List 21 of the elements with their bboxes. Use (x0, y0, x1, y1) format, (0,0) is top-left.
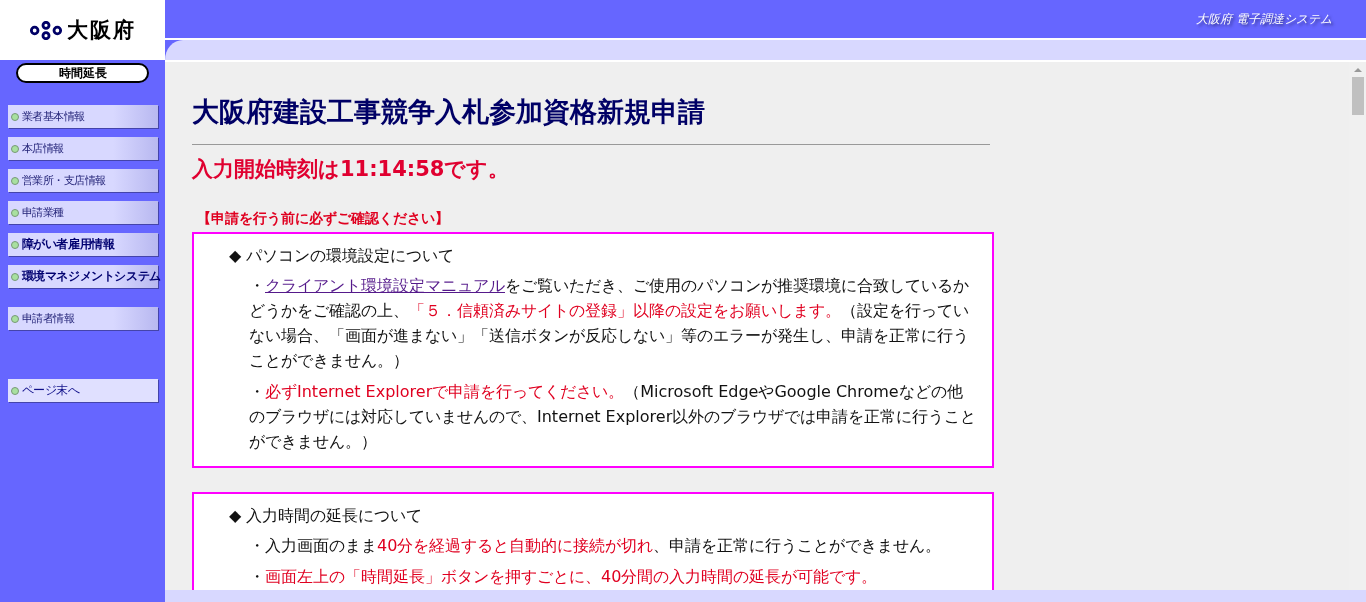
system-name: 大阪府 電子調達システム (1196, 10, 1332, 28)
page-title: 大阪府建設工事競争入札参加資格新規申請 (192, 95, 706, 129)
start-time-text: 入力開始時刻は11:14:58です。 (192, 156, 511, 183)
sidebar-menu-button[interactable]: ページ末へ (7, 379, 158, 402)
notice-heading: 【申請を行う前に必ずご確認ください】 (197, 210, 450, 228)
section-heading: ◆ パソコンの環境設定について (229, 246, 456, 267)
logo-text: 大阪府 (67, 17, 136, 44)
sidebar-menu-button[interactable]: 障がい者雇用情報 (7, 233, 158, 256)
time-extension-button[interactable]: 時間延長 (16, 63, 149, 83)
sidebar-menu-button[interactable]: 本店情報 (7, 137, 158, 160)
notice-paragraph: ・必ずInternet Explorerで申請を行ってください。（Microsoft EdgeやGoogle Chromeなどの他のブラウザには対応していませんので、Internet Explorer以外のブラウザでは申請を正常に行うことができません。） (249, 381, 978, 453)
emblem-icon (29, 20, 63, 40)
sidebar-menu-button[interactable]: 営業所・支店情報 (7, 169, 158, 192)
notice-paragraph: ・画面左上の「時間延長」ボタンを押すごとに、40分間の入力時間の延長が可能です。 (249, 566, 879, 588)
manual-link[interactable]: クライアント環境設定マニュアル (265, 276, 505, 295)
notice-paragraph: ・クライアント環境設定マニュアルをご覧いただき、ご使用のパソコンが推奨環境に合致しているかどうかをご確認の上、「５．信頼済みサイトの登録」以降の設定をお願いします。（設定を行っていない場合、「画面が進まない」「送信ボタンが反応しない」等のエラーが発生し、申請を正常に行うことができません。） (249, 275, 970, 372)
sidebar-menu-button[interactable]: 申請者情報 (7, 307, 158, 330)
section-heading: ◆ 入力時間の延長について (229, 506, 424, 527)
notice-paragraph: ・入力画面のまま40分を経過すると自動的に接続が切れ、申請を正常に行うことができません。 (249, 535, 943, 557)
sidebar-menu-button[interactable]: 業者基本情報 (7, 105, 158, 128)
sidebar-menu-button[interactable]: 申請業種 (7, 201, 158, 224)
